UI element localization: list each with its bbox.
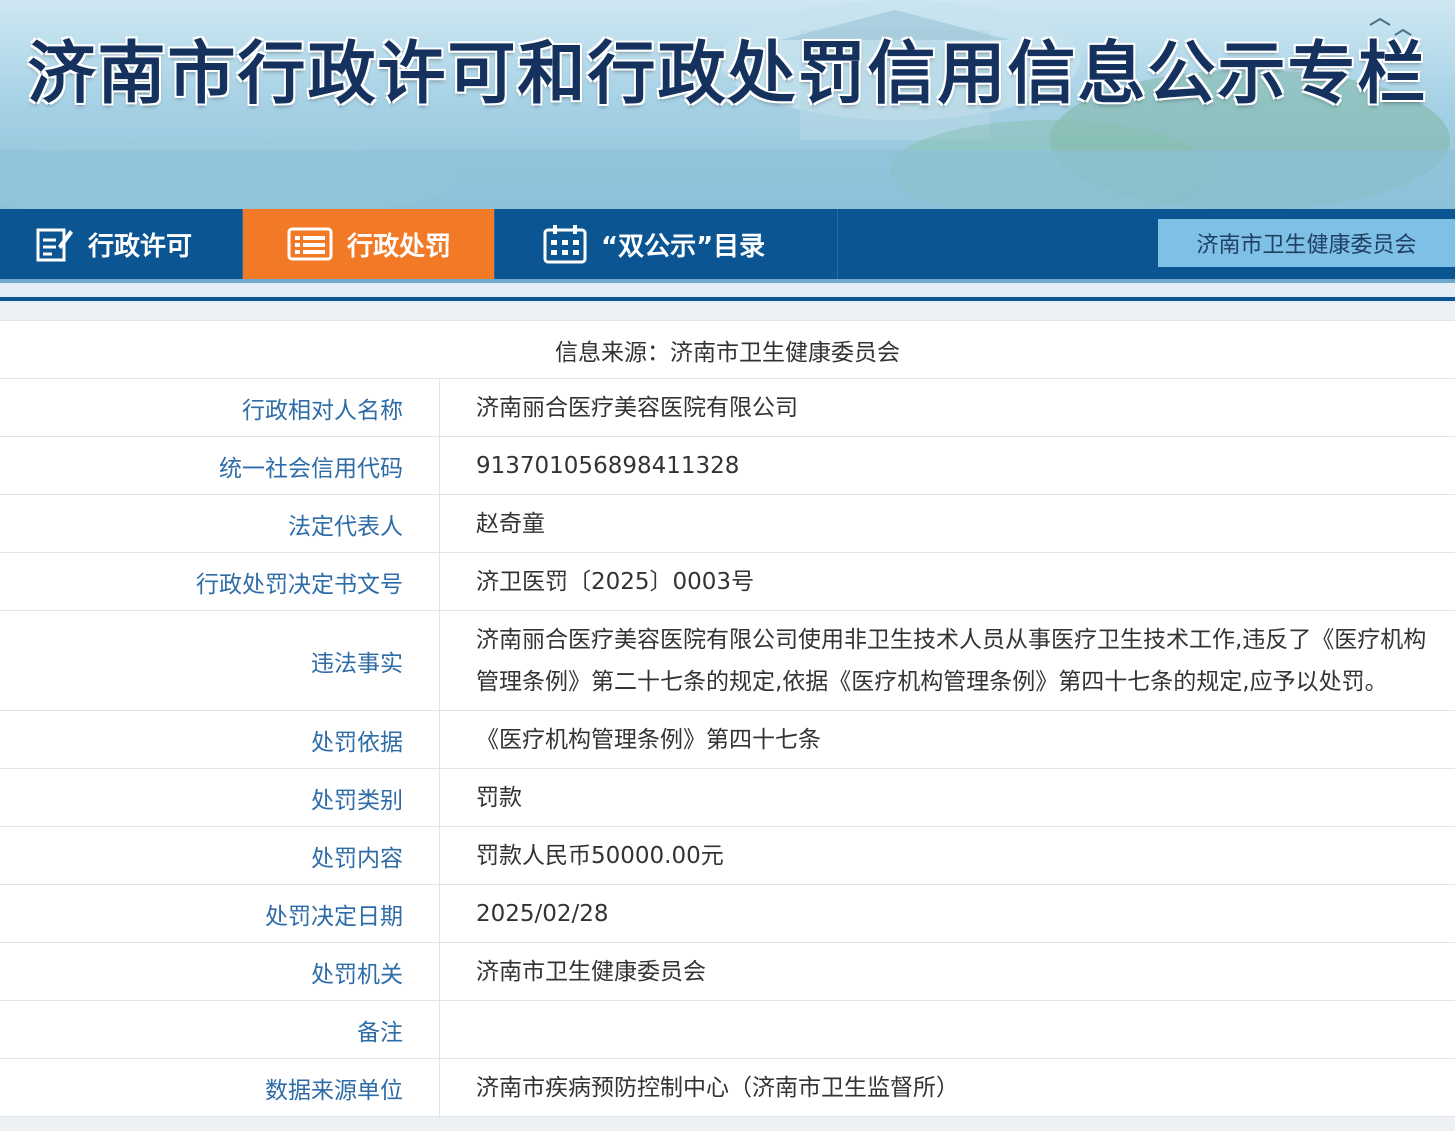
main-nav: 行政许可 行政处罚 “双公示”目录 济南市卫生健康委员会: [0, 209, 1455, 279]
department-button[interactable]: 济南市卫生健康委员会: [1158, 219, 1455, 267]
nav-divider: [0, 279, 1455, 303]
field-label: 处罚机关: [0, 943, 440, 1000]
banner-title: 济南市行政许可和行政处罚信用信息公示专栏: [27, 35, 1428, 114]
calendar-icon: [543, 225, 587, 264]
table-row: 统一社会信用代码 913701056898411328: [0, 437, 1455, 495]
penalty-detail-table: 信息来源：济南市卫生健康委员会 行政相对人名称 济南丽合医疗美容医院有限公司 统…: [0, 320, 1455, 1117]
nav-tab-double-publicity[interactable]: “双公示”目录: [495, 209, 838, 279]
field-value: 2025/02/28: [476, 900, 609, 927]
table-row: 行政相对人名称 济南丽合医疗美容医院有限公司: [0, 379, 1455, 437]
field-value: 济南丽合医疗美容医院有限公司: [476, 394, 798, 421]
table-row: 处罚类别 罚款: [0, 769, 1455, 827]
table-row: 处罚内容 罚款人民币50000.00元: [0, 827, 1455, 885]
field-value: 913701056898411328: [476, 452, 740, 479]
field-value: 罚款人民币50000.00元: [476, 842, 724, 869]
field-value: [440, 1001, 1455, 1058]
table-row: 违法事实 济南丽合医疗美容医院有限公司使用非卫生技术人员从事医疗卫生技术工作,违…: [0, 611, 1455, 711]
header-banner: 济南市行政许可和行政处罚信用信息公示专栏: [0, 0, 1455, 209]
field-value: 济南丽合医疗美容医院有限公司使用非卫生技术人员从事医疗卫生技术工作,违反了《医疗…: [476, 626, 1427, 695]
nav-tab-label: 行政许可: [88, 231, 193, 262]
field-value: 《医疗机构管理条例》第四十七条: [476, 726, 821, 753]
field-value: 济南市疾病预防控制中心（济南市卫生监督所）: [476, 1074, 959, 1101]
field-value: 赵奇童: [476, 510, 545, 537]
table-row: 备注: [0, 1001, 1455, 1059]
field-label: 违法事实: [0, 611, 440, 710]
nav-tab-admin-permit[interactable]: 行政许可: [0, 209, 243, 279]
field-label: 处罚依据: [0, 711, 440, 768]
table-row: 处罚机关 济南市卫生健康委员会: [0, 943, 1455, 1001]
table-row: 数据来源单位 济南市疾病预防控制中心（济南市卫生监督所）: [0, 1059, 1455, 1117]
nav-tab-label: “双公示”目录: [601, 231, 766, 262]
field-label: 处罚类别: [0, 769, 440, 826]
field-label: 法定代表人: [0, 495, 440, 552]
divider-line: [0, 279, 1455, 283]
list-icon: [287, 227, 333, 261]
table-row: 处罚依据 《医疗机构管理条例》第四十七条: [0, 711, 1455, 769]
nav-tab-admin-penalty[interactable]: 行政处罚: [243, 209, 495, 279]
field-label: 备注: [0, 1001, 440, 1058]
field-label: 数据来源单位: [0, 1059, 440, 1116]
table-row: 处罚决定日期 2025/02/28: [0, 885, 1455, 943]
edit-icon: [36, 228, 73, 262]
field-label: 处罚决定日期: [0, 885, 440, 942]
divider-line: [0, 297, 1455, 301]
field-label: 行政处罚决定书文号: [0, 553, 440, 610]
table-row: 法定代表人 赵奇童: [0, 495, 1455, 553]
field-label: 处罚内容: [0, 827, 440, 884]
info-source: 信息来源：济南市卫生健康委员会: [0, 321, 1455, 379]
field-value: 罚款: [476, 784, 522, 811]
field-label: 行政相对人名称: [0, 379, 440, 436]
field-value: 济南市卫生健康委员会: [476, 958, 706, 985]
table-row: 行政处罚决定书文号 济卫医罚〔2025〕0003号: [0, 553, 1455, 611]
field-label: 统一社会信用代码: [0, 437, 440, 494]
nav-tab-label: 行政处罚: [347, 231, 452, 262]
field-value: 济卫医罚〔2025〕0003号: [476, 568, 755, 595]
